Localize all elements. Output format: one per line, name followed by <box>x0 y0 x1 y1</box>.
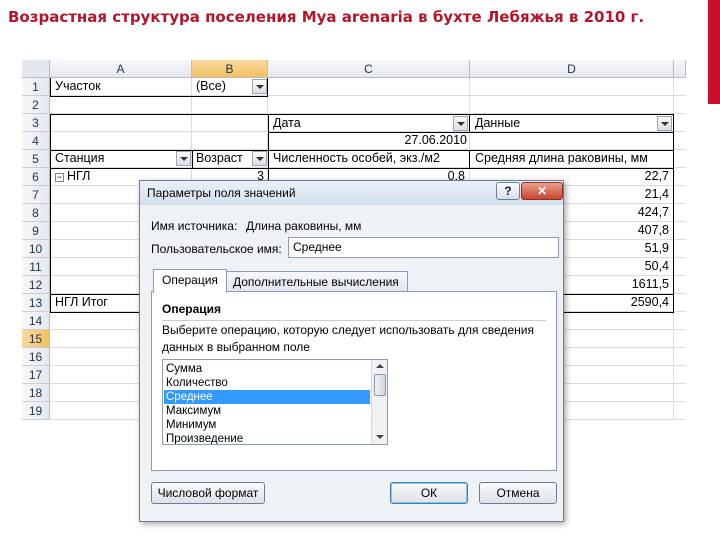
data-field-dropdown-button[interactable] <box>657 116 672 131</box>
row-header-4[interactable]: 4 <box>22 132 50 150</box>
border-line <box>469 114 470 132</box>
source-name-value: Длина раковины, мм <box>246 219 362 233</box>
collapse-icon[interactable]: − <box>55 173 64 182</box>
list-item[interactable]: Сумма <box>164 362 370 376</box>
count-header-cell[interactable]: Численность особей, экз./м2 <box>270 150 468 167</box>
slide: Возрастная структура поселения Mya arena… <box>0 0 720 540</box>
station-dropdown-button[interactable] <box>176 151 191 166</box>
close-button[interactable]: ✕ <box>521 182 563 200</box>
number-format-button[interactable]: Числовой формат <box>151 482 265 504</box>
help-button[interactable]: ? <box>496 182 520 200</box>
column-header-c[interactable]: C <box>268 60 470 78</box>
row-header-15[interactable]: 15 <box>22 330 50 348</box>
filter-value-cell[interactable]: (Все) <box>193 78 251 95</box>
border-line <box>50 114 51 312</box>
row-header-10[interactable]: 10 <box>22 240 50 258</box>
list-item[interactable]: Количество <box>164 376 370 390</box>
date-field-dropdown-button[interactable] <box>453 116 468 131</box>
dialog-titlebar[interactable]: Параметры поля значений ? ✕ <box>140 181 563 205</box>
select-all-corner[interactable] <box>22 60 50 78</box>
row-header-5[interactable]: 5 <box>22 150 50 168</box>
operation-description: Выберите операцию, которую следует испол… <box>162 323 534 354</box>
tab-operation[interactable]: Операция <box>153 269 227 293</box>
custom-name-label: Пользовательское имя: <box>151 242 282 256</box>
column-header-b[interactable]: B <box>192 60 268 78</box>
row-header-11[interactable]: 11 <box>22 258 50 276</box>
list-item[interactable]: Произведение <box>164 432 370 444</box>
dialog-title: Параметры поля значений <box>147 186 296 200</box>
scroll-down-icon[interactable] <box>372 430 387 444</box>
row-header-9[interactable]: 9 <box>22 222 50 240</box>
border-line <box>50 78 51 96</box>
border-line <box>50 96 268 97</box>
accent-bar <box>708 0 720 104</box>
column-header-next[interactable] <box>674 60 686 78</box>
row-header-3[interactable]: 3 <box>22 114 50 132</box>
row-header-13[interactable]: 13 <box>22 294 50 312</box>
group-name: НГЛ <box>67 169 91 183</box>
border-line <box>469 150 470 168</box>
scroll-up-icon[interactable] <box>372 360 387 374</box>
border-line <box>673 114 674 312</box>
cancel-button[interactable]: Отмена <box>479 482 557 504</box>
date-value-cell[interactable]: 27.06.2010 <box>268 132 470 149</box>
scroll-thumb[interactable] <box>374 374 386 396</box>
column-header-a[interactable]: A <box>50 60 192 78</box>
data-field-label[interactable]: Данные <box>472 115 662 132</box>
row-header-7[interactable]: 7 <box>22 186 50 204</box>
tab-additional-calculations[interactable]: Дополнительные вычисления <box>224 271 408 293</box>
operation-heading: Операция <box>162 302 222 316</box>
operation-listbox[interactable]: Сумма Количество Среднее Максимум Миниму… <box>162 359 388 445</box>
border-line <box>267 78 268 96</box>
column-field-label[interactable]: Дата <box>270 115 450 132</box>
row-header-17[interactable]: 17 <box>22 366 50 384</box>
heading-divider <box>162 320 546 321</box>
row-header-12[interactable]: 12 <box>22 276 50 294</box>
age-dropdown-button[interactable] <box>252 151 267 166</box>
column-header-d[interactable]: D <box>470 60 674 78</box>
filter-dropdown-button[interactable] <box>252 79 267 94</box>
list-item[interactable]: Максимум <box>164 404 370 418</box>
row-header-8[interactable]: 8 <box>22 204 50 222</box>
row-header-14[interactable]: 14 <box>22 312 50 330</box>
row-header-16[interactable]: 16 <box>22 348 50 366</box>
filter-label-cell[interactable]: Участок <box>52 78 190 95</box>
length-header-cell[interactable]: Средняя длина раковины, мм <box>472 150 672 167</box>
row-header-2[interactable]: 2 <box>22 96 50 114</box>
list-item-selected[interactable]: Среднее <box>164 390 370 404</box>
custom-name-input[interactable]: Среднее <box>288 237 559 258</box>
value-field-settings-dialog[interactable]: Параметры поля значений ? ✕ Имя источник… <box>139 180 564 522</box>
row-header-6[interactable]: 6 <box>22 168 50 186</box>
age-header-cell[interactable]: Возраст <box>193 150 251 167</box>
row-header-18[interactable]: 18 <box>22 384 50 402</box>
slide-title: Возрастная структура поселения Mya arena… <box>8 8 645 26</box>
ok-button[interactable]: ОК <box>390 482 468 504</box>
source-name-label: Имя источника: <box>151 219 238 233</box>
list-scrollbar[interactable] <box>371 360 387 444</box>
row-header-19[interactable]: 19 <box>22 402 50 420</box>
list-item[interactable]: Минимум <box>164 418 370 432</box>
row-header-1[interactable]: 1 <box>22 78 50 96</box>
station-header-cell[interactable]: Станция <box>52 150 176 167</box>
